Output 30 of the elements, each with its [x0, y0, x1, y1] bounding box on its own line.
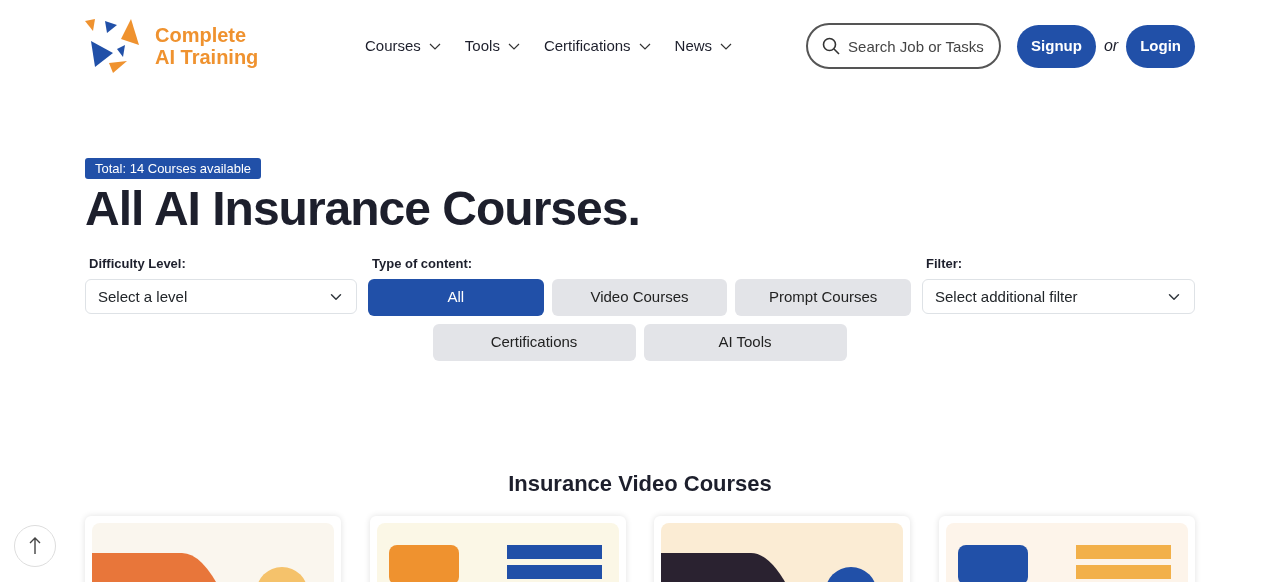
content-type-button[interactable]: All [368, 279, 544, 317]
content-type-button[interactable]: Video Courses [551, 279, 728, 317]
course-count-badge: Total: 14 Courses available [85, 158, 262, 179]
up-arrow-icon [29, 537, 41, 555]
level-select[interactable]: Select a level [85, 279, 357, 315]
login-button[interactable]: Login [1126, 24, 1195, 68]
section-title: Insurance Video Courses [508, 471, 772, 497]
nav-menu-item[interactable]: Tools [464, 34, 520, 58]
content-type-button[interactable]: Certifications [432, 324, 636, 362]
page-title: All AI Insurance Courses. [85, 181, 641, 237]
content-type-label: Type of content: [372, 254, 474, 273]
or-text: or [1103, 36, 1119, 56]
filter-label: Filter: [926, 254, 964, 273]
content-type-button[interactable]: Prompt Courses [735, 279, 911, 317]
logo-text: Complete AI Training [155, 24, 260, 68]
search-icon [822, 37, 841, 55]
filter-select[interactable]: Select additional filter [922, 279, 1195, 315]
content-type-button[interactable]: AI Tools [643, 324, 847, 362]
search-field[interactable]: Search Job or Tasks [806, 23, 1002, 69]
difficulty-label: Difficulty Level: [89, 254, 187, 273]
nav-menu-item[interactable]: Courses [365, 34, 441, 58]
logo-icon [85, 19, 139, 73]
chevron-down-icon [720, 42, 733, 50]
chevron-down-icon [428, 42, 441, 50]
back-to-top-button[interactable] [14, 525, 56, 567]
chevron-down-icon [638, 42, 651, 50]
nav-menu-item[interactable]: Certifications [543, 34, 651, 58]
signup-button[interactable]: Signup [1017, 24, 1096, 68]
nav-menu-item[interactable]: News [674, 34, 733, 58]
chevron-down-icon [507, 42, 520, 50]
